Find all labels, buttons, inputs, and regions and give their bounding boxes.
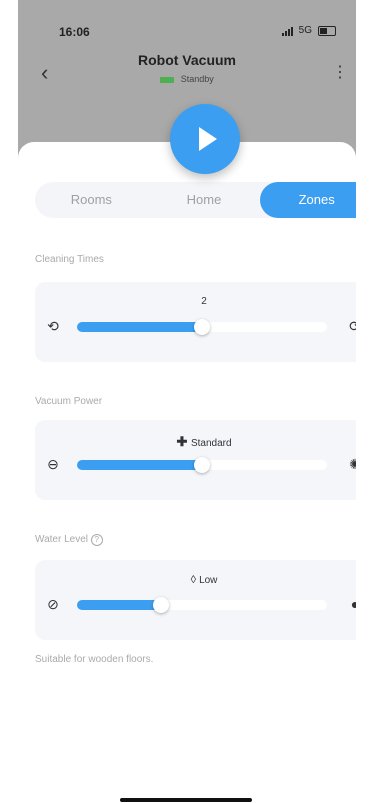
phone-screen: 16:06 5G ‹ Robot Vacuum Standby ⋮ Rooms … xyxy=(18,0,356,803)
water-drop-icon: ● xyxy=(350,596,356,612)
vacuum-power-label: Vacuum Power xyxy=(35,396,103,407)
cleaning-times-slider[interactable] xyxy=(77,319,327,335)
water-off-icon: ⊘ xyxy=(47,596,59,612)
cleaning-times-value: 2 xyxy=(201,296,207,307)
power-low-icon: ⊖ xyxy=(47,456,59,472)
water-level-thumb[interactable] xyxy=(153,597,169,613)
water-level-label: Water Level ? xyxy=(35,534,103,546)
cleaning-times-thumb[interactable] xyxy=(194,319,210,335)
water-level-note: Suitable for wooden floors. xyxy=(35,654,154,665)
device-status: Standby xyxy=(18,74,356,84)
repeat-once-icon: ⟲ xyxy=(47,318,59,334)
status-icons: 5G xyxy=(281,25,336,36)
status-badge-icon xyxy=(160,76,175,83)
cleaning-times-card: 2 ⟲ ⟳ xyxy=(35,282,356,362)
power-max-icon: ✺ xyxy=(349,456,356,472)
tab-rooms[interactable]: Rooms xyxy=(35,182,148,218)
water-drop-outline-icon: ◊ xyxy=(190,574,200,586)
vacuum-power-slider[interactable] xyxy=(77,457,327,473)
network-label: 5G xyxy=(298,25,312,36)
water-level-slider[interactable] xyxy=(77,597,327,613)
device-status-text: Standby xyxy=(180,74,214,84)
play-icon xyxy=(199,127,217,151)
plus-icon: ✚ xyxy=(176,434,191,449)
battery-icon xyxy=(318,25,336,36)
page-title: Robot Vacuum xyxy=(137,52,236,68)
start-button[interactable] xyxy=(170,104,240,174)
tab-zones[interactable]: Zones xyxy=(260,182,356,218)
vacuum-power-value: ✚ Standard xyxy=(176,434,232,449)
water-level-fill xyxy=(77,600,161,610)
water-level-value: ◊ Low xyxy=(190,574,218,586)
more-icon[interactable]: ⋮ xyxy=(332,62,348,82)
cleaning-times-label: Cleaning Times xyxy=(35,254,104,265)
home-indicator[interactable] xyxy=(120,798,252,802)
repeat-twice-icon: ⟳ xyxy=(349,318,356,334)
water-level-card: ◊ Low ⊘ ● xyxy=(35,560,356,640)
info-icon[interactable]: ? xyxy=(90,534,103,546)
vacuum-power-fill xyxy=(77,460,202,470)
signal-icon xyxy=(281,26,293,36)
mode-tabs: Rooms Home Zones xyxy=(35,182,356,218)
cleaning-times-fill xyxy=(77,322,202,332)
tab-home[interactable]: Home xyxy=(148,182,261,218)
status-time: 16:06 xyxy=(59,25,90,39)
control-sheet: Rooms Home Zones Cleaning Times 2 ⟲ ⟳ Va… xyxy=(18,142,356,803)
vacuum-power-thumb[interactable] xyxy=(194,457,210,473)
vacuum-power-card: ✚ Standard ⊖ ✺ xyxy=(35,420,356,500)
